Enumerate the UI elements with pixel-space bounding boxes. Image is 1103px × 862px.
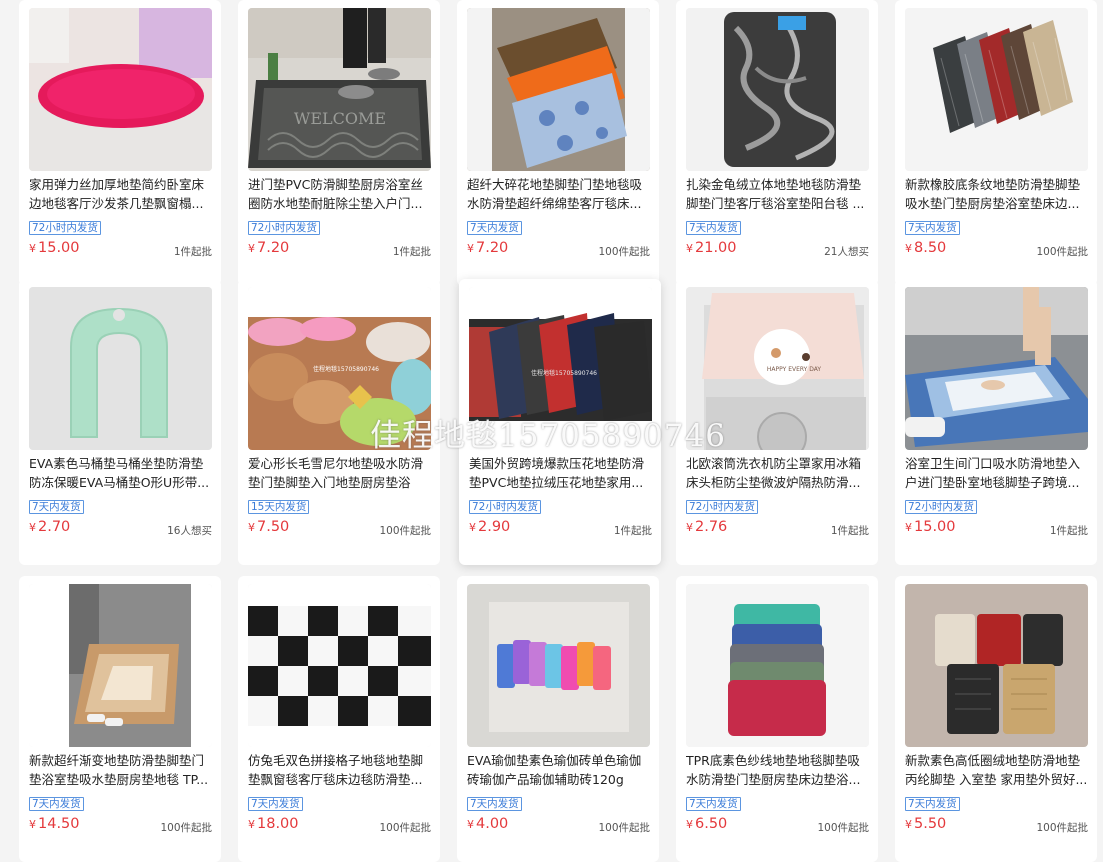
product-title[interactable]: 美国外贸跨境爆款压花地垫防滑垫PVC地垫拉绒压花地垫家用... — [469, 455, 652, 492]
product-title[interactable]: 扎染金龟绒立体地垫地毯防滑垫脚垫门垫客厅毯浴室垫阳台毯 ... — [686, 176, 869, 213]
min-order: 1件起批 — [1049, 525, 1088, 537]
shipping-tag: 15天内发货 — [248, 500, 310, 514]
product-card[interactable]: 超纤大碎花地垫脚垫门垫地毯吸水防滑垫超纤绵绵垫客厅毯床... 7天内发货 ¥7.… — [457, 0, 659, 286]
shipping-tag: 72小时内发货 — [469, 500, 541, 514]
product-price: ¥5.50 — [905, 816, 947, 832]
image-watermark: 佳程地毯15705890746 — [531, 369, 597, 377]
shipping-tag: 7天内发货 — [905, 797, 960, 811]
product-card[interactable]: 新款素色高低圈绒地垫防滑地垫丙纶脚垫 入室垫 家用垫外贸好... 7天内发货 ¥… — [895, 576, 1097, 862]
product-price: ¥7.20 — [248, 240, 290, 256]
product-card[interactable]: 佳程地毯15705890746 爱心形长毛雪尼尔地垫吸水防滑垫门垫脚垫入门地垫厨… — [238, 279, 440, 565]
product-grid: 家用弹力丝加厚地垫简约卧室床边地毯客厅沙发茶几垫飘窗榻... 72小时内发货 ¥… — [0, 0, 1103, 862]
min-order: 1件起批 — [392, 246, 431, 258]
product-card[interactable]: HAPPY EVERY DAY 北欧滚筒洗衣机防尘罩家用冰箱床头柜防尘垫微波炉隔… — [676, 279, 878, 565]
product-card[interactable]: TPR底素色纱线地垫地毯脚垫吸水防滑垫门垫厨房垫床边垫浴... 7天内发货 ¥6… — [676, 576, 878, 862]
product-price: ¥21.00 — [686, 240, 737, 256]
product-title[interactable]: EVA瑜伽垫素色瑜伽砖单色瑜伽砖瑜伽产品瑜伽辅助砖120g 尺... — [467, 752, 650, 789]
product-title[interactable]: TPR底素色纱线地垫地毯脚垫吸水防滑垫门垫厨房垫床边垫浴... — [686, 752, 869, 789]
product-card[interactable]: WELCOME 进门垫PVC防滑脚垫厨房浴室丝圈防水地垫耐脏除尘垫入户门... … — [238, 0, 440, 286]
shipping-tag: 7天内发货 — [467, 221, 522, 235]
product-title[interactable]: 超纤大碎花地垫脚垫门垫地毯吸水防滑垫超纤绵绵垫客厅毯床... — [467, 176, 650, 213]
product-image[interactable]: 佳程地毯15705890746 — [248, 287, 431, 450]
min-order: 1件起批 — [830, 525, 869, 537]
product-image[interactable]: 佳程地毯15705890746 — [469, 287, 652, 450]
product-title[interactable]: EVA素色马桶垫马桶坐垫防滑垫防冻保暖EVA马桶垫O形U形带... — [29, 455, 212, 492]
shipping-tag: 7天内发货 — [248, 797, 303, 811]
min-order: 1件起批 — [173, 246, 212, 258]
min-order: 100件起批 — [817, 822, 869, 834]
min-order: 100件起批 — [598, 822, 650, 834]
product-title[interactable]: 北欧滚筒洗衣机防尘罩家用冰箱床头柜防尘垫微波炉隔热防滑... — [686, 455, 869, 492]
product-title[interactable]: 新款超纤渐变地垫防滑垫脚垫门垫浴室垫吸水垫厨房垫地毯 TP... — [29, 752, 212, 789]
min-order: 100件起批 — [598, 246, 650, 258]
product-card[interactable]: 新款橡胶底条纹地垫防滑垫脚垫吸水垫门垫厨房垫浴室垫床边... 7天内发货 ¥8.… — [895, 0, 1097, 286]
min-order: 100件起批 — [379, 822, 431, 834]
product-title[interactable]: 家用弹力丝加厚地垫简约卧室床边地毯客厅沙发茶几垫飘窗榻... — [29, 176, 212, 213]
product-image[interactable] — [467, 584, 650, 747]
product-image[interactable] — [905, 584, 1088, 747]
product-card[interactable]: 佳程地毯15705890746 美国外贸跨境爆款压花地垫防滑垫PVC地垫拉绒压花… — [459, 279, 661, 565]
product-card[interactable]: 扎染金龟绒立体地垫地毯防滑垫脚垫门垫客厅毯浴室垫阳台毯 ... 7天内发货 ¥2… — [676, 0, 878, 286]
shipping-tag: 7天内发货 — [905, 221, 960, 235]
product-image[interactable] — [29, 584, 212, 747]
min-order: 100件起批 — [1036, 246, 1088, 258]
product-image[interactable] — [905, 287, 1088, 450]
product-title[interactable]: 仿兔毛双色拼接格子地毯地垫脚垫飘窗毯客厅毯床边毯防滑垫... — [248, 752, 431, 789]
product-card[interactable]: 仿兔毛双色拼接格子地毯地垫脚垫飘窗毯客厅毯床边毯防滑垫... 7天内发货 ¥18… — [238, 576, 440, 862]
product-price: ¥7.50 — [248, 519, 290, 535]
shipping-tag: 72小时内发货 — [29, 221, 101, 235]
product-title[interactable]: 浴室卫生间门口吸水防滑地垫入户进门垫卧室地毯脚垫子跨境... — [905, 455, 1088, 492]
shipping-tag: 7天内发货 — [686, 221, 741, 235]
min-order: 21人想买 — [824, 246, 869, 258]
product-image[interactable] — [686, 584, 869, 747]
product-image[interactable] — [248, 584, 431, 747]
product-image[interactable]: HAPPY EVERY DAY — [686, 287, 869, 450]
product-image[interactable] — [686, 8, 869, 171]
shipping-tag: 72小时内发货 — [248, 221, 320, 235]
product-image[interactable]: WELCOME — [248, 8, 431, 171]
min-order: 100件起批 — [1036, 822, 1088, 834]
product-price: ¥15.00 — [29, 240, 80, 256]
product-title[interactable]: 新款橡胶底条纹地垫防滑垫脚垫吸水垫门垫厨房垫浴室垫床边... — [905, 176, 1088, 213]
product-price: ¥6.50 — [686, 816, 728, 832]
min-order: 1件起批 — [613, 525, 652, 537]
min-order: 16人想买 — [167, 525, 212, 537]
product-image[interactable] — [905, 8, 1088, 171]
product-price: ¥15.00 — [905, 519, 956, 535]
shipping-tag: 7天内发货 — [29, 797, 84, 811]
image-watermark: 佳程地毯15705890746 — [313, 365, 379, 373]
product-image[interactable] — [467, 8, 650, 171]
product-title[interactable]: 爱心形长毛雪尼尔地垫吸水防滑垫门垫脚垫入门地垫厨房垫浴室... — [248, 455, 431, 492]
product-card[interactable]: 浴室卫生间门口吸水防滑地垫入户进门垫卧室地毯脚垫子跨境... 72小时内发货 ¥… — [895, 279, 1097, 565]
shipping-tag: 7天内发货 — [29, 500, 84, 514]
product-price: ¥8.50 — [905, 240, 947, 256]
shipping-tag: 72小时内发货 — [905, 500, 977, 514]
image-caption: HAPPY EVERY DAY — [767, 366, 821, 373]
welcome-text: WELCOME — [294, 109, 386, 128]
min-order: 100件起批 — [160, 822, 212, 834]
product-price: ¥18.00 — [248, 816, 299, 832]
product-image[interactable] — [29, 8, 212, 171]
shipping-tag: 7天内发货 — [467, 797, 522, 811]
product-price: ¥4.00 — [467, 816, 509, 832]
product-card[interactable]: EVA素色马桶垫马桶坐垫防滑垫防冻保暖EVA马桶垫O形U形带... 7天内发货 … — [19, 279, 221, 565]
product-card[interactable]: 家用弹力丝加厚地垫简约卧室床边地毯客厅沙发茶几垫飘窗榻... 72小时内发货 ¥… — [19, 0, 221, 286]
min-order: 100件起批 — [379, 525, 431, 537]
product-price: ¥14.50 — [29, 816, 80, 832]
product-price: ¥7.20 — [467, 240, 509, 256]
product-card[interactable]: EVA瑜伽垫素色瑜伽砖单色瑜伽砖瑜伽产品瑜伽辅助砖120g 尺... 7天内发货… — [457, 576, 659, 862]
product-card[interactable]: 新款超纤渐变地垫防滑垫脚垫门垫浴室垫吸水垫厨房垫地毯 TP... 7天内发货 ¥… — [19, 576, 221, 862]
product-image[interactable] — [29, 287, 212, 450]
product-price: ¥2.76 — [686, 519, 728, 535]
product-title[interactable]: 进门垫PVC防滑脚垫厨房浴室丝圈防水地垫耐脏除尘垫入户门... — [248, 176, 431, 213]
product-price: ¥2.70 — [29, 519, 71, 535]
shipping-tag: 7天内发货 — [686, 797, 741, 811]
shipping-tag: 72小时内发货 — [686, 500, 758, 514]
product-price: ¥2.90 — [469, 519, 511, 535]
product-title[interactable]: 新款素色高低圈绒地垫防滑地垫丙纶脚垫 入室垫 家用垫外贸好... — [905, 752, 1088, 789]
